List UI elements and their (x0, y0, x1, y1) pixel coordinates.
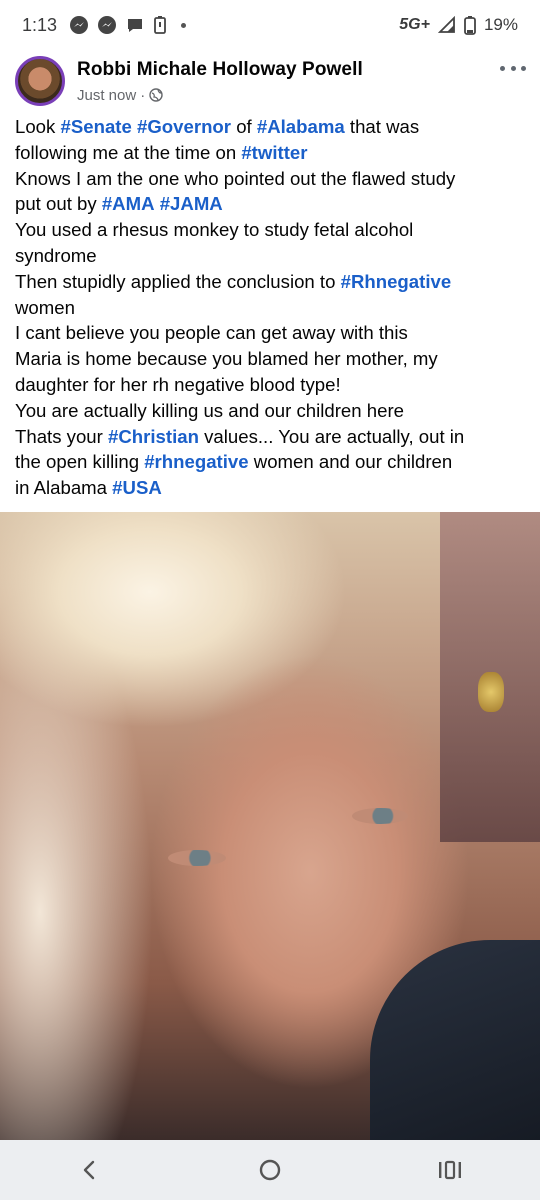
globe-icon (149, 88, 163, 102)
post-text-segment: values... You are actually, out in (198, 425, 465, 447)
more-dot (521, 65, 526, 71)
post-header: Robbi Michale Holloway Powell Just now · (0, 52, 540, 110)
hashtag-link[interactable]: #Christian (108, 426, 199, 447)
status-bar: 1:13 5G+ 19% (0, 0, 540, 50)
post-text-segment: Then stupidly applied the conclusion to (15, 270, 341, 292)
post-text-segment: put out by (15, 193, 102, 215)
hashtag-link[interactable]: #JAMA (160, 193, 223, 214)
messenger-icon (69, 15, 89, 35)
post-timestamp[interactable]: Just now (77, 87, 136, 104)
post-text: Look #Senate #Governor of #Alabama that … (15, 114, 530, 501)
post-text-segment: Knows I am the one who pointed out the f… (15, 167, 456, 189)
post-text-segment: women and our children (248, 451, 453, 473)
post-text-segment: following me at the time on (15, 141, 242, 163)
avatar[interactable] (15, 56, 65, 106)
post-text-line: Look #Senate #Governor of #Alabama that … (15, 114, 530, 140)
post-text-segment: You used a rhesus monkey to study fetal … (15, 219, 414, 241)
hashtag-link[interactable]: #Alabama (257, 116, 345, 137)
post-text-segment: women (15, 296, 75, 318)
post-text-line: syndrome (15, 243, 530, 269)
meta-separator: · (140, 86, 146, 104)
post-text-line: in Alabama #USA (15, 475, 530, 501)
post-text-line: women (15, 295, 530, 321)
post-photo[interactable] (0, 512, 540, 1140)
photo-shirt (370, 940, 540, 1140)
hashtag-link[interactable]: #Senate (61, 116, 132, 137)
post-text-line: daughter for her rh negative blood type! (15, 372, 530, 398)
post-text-line: I cant believe you people can get away w… (15, 320, 530, 346)
post-text-line: following me at the time on #twitter (15, 140, 530, 166)
more-options-icon[interactable] (500, 58, 526, 78)
photo-earring (478, 672, 504, 712)
signal-icon (437, 16, 456, 34)
back-icon[interactable] (60, 1148, 120, 1192)
post-text-line: put out by #AMA #JAMA (15, 191, 530, 217)
post-meta: Just now · (77, 87, 363, 104)
notification-dot-icon (181, 22, 187, 28)
status-bar-right: 5G+ 19% (399, 15, 518, 35)
post-text-line: Then stupidly applied the conclusion to … (15, 269, 530, 295)
post-text-line: the open killing #rhnegative women and o… (15, 449, 530, 475)
post-text-segment: of (231, 116, 257, 137)
post-text-line: You used a rhesus monkey to study fetal … (15, 217, 530, 243)
post-text-line: Knows I am the one who pointed out the f… (15, 166, 530, 192)
post-text-segment: the open killing (15, 451, 145, 473)
post-text-segment: in Alabama (15, 477, 113, 499)
post-text-segment: You are actually killing us and our chil… (15, 399, 404, 421)
status-time: 1:13 (22, 14, 58, 35)
home-icon[interactable] (240, 1148, 300, 1192)
battery-percent: 19% (483, 15, 518, 34)
status-bar-left: 1:13 (22, 14, 187, 36)
hashtag-link[interactable]: #USA (112, 477, 162, 498)
post-text-segment: that was (344, 116, 420, 137)
author-name[interactable]: Robbi Michale Holloway Powell (77, 59, 363, 81)
photo-left-eye (168, 850, 226, 866)
post-text-segment: I cant believe you people can get away w… (15, 322, 408, 344)
hashtag-link[interactable]: #twitter (241, 142, 307, 163)
post-header-text: Robbi Michale Holloway Powell Just now · (77, 59, 363, 104)
recents-icon[interactable] (420, 1148, 480, 1192)
network-type: 5G+ (399, 16, 430, 33)
more-dot (500, 65, 505, 71)
hashtag-link[interactable]: #AMA (102, 193, 155, 214)
post-text-segment: daughter for her rh negative blood type! (15, 373, 341, 395)
photo-right-eye (352, 808, 408, 824)
messenger-icon (97, 15, 117, 35)
system-nav-bar (0, 1140, 540, 1200)
post-text-line: Thats your #Christian values... You are … (15, 424, 530, 450)
post-text-segment: Maria is home because you blamed her mot… (15, 348, 438, 370)
more-dot (510, 65, 516, 71)
hashtag-link[interactable]: #Rhnegative (341, 271, 452, 292)
hashtag-link[interactable]: #Governor (137, 116, 231, 137)
hashtag-link[interactable]: #rhnegative (144, 451, 248, 472)
post-text-segment: Thats your (15, 425, 109, 447)
chat-bubble-icon (125, 15, 145, 35)
battery-saver-icon (153, 15, 167, 35)
post-text-line: Maria is home because you blamed her mot… (15, 346, 530, 372)
post-text-segment: Look (15, 116, 61, 137)
post-text-segment: syndrome (15, 244, 97, 266)
post-text-line: You are actually killing us and our chil… (15, 398, 530, 424)
battery-icon (464, 15, 476, 35)
